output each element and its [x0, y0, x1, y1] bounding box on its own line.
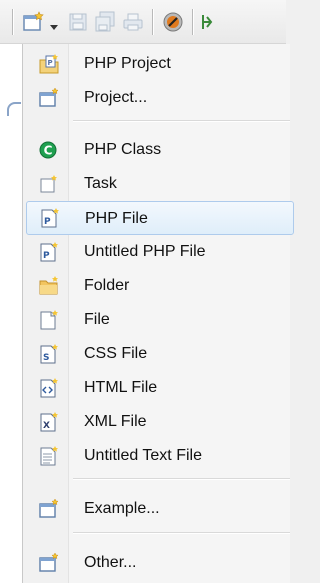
menu-item-label: PHP Class: [84, 141, 162, 158]
menu-item-css-file[interactable]: S CSS File: [26, 337, 294, 371]
menu-item-file[interactable]: File: [26, 303, 294, 337]
html-file-icon: [40, 378, 58, 398]
task-icon: [40, 175, 57, 193]
menu-item-untitled-text-file[interactable]: Untitled Text File: [26, 439, 294, 473]
menu-item-untitled-php-file[interactable]: P Untitled PHP File: [26, 235, 294, 269]
save-all-icon[interactable]: [94, 11, 116, 33]
menu-item-label: Folder: [84, 277, 130, 294]
menu-separator: [73, 478, 290, 479]
new-dropdown-menu: P PHP Project Project... C PHP Class Tas…: [22, 44, 294, 583]
toolbar-separator: [152, 9, 153, 35]
menu-separator: [73, 120, 290, 121]
php-debug-icon[interactable]: [162, 11, 184, 33]
gutter-corner: [7, 102, 21, 116]
menu-item-php-project[interactable]: P PHP Project: [26, 47, 294, 81]
menu-item-label: Project...: [84, 89, 148, 106]
print-icon[interactable]: [122, 11, 144, 33]
xml-file-icon: X: [40, 412, 58, 432]
project-icon: [39, 87, 59, 107]
menu-item-label: Untitled PHP File: [84, 243, 206, 260]
menu-item-php-class[interactable]: C PHP Class: [26, 133, 294, 167]
svg-text:X: X: [43, 421, 50, 431]
svg-text:P: P: [43, 251, 50, 261]
toolbar-separator: [192, 9, 193, 35]
php-class-icon: C: [39, 141, 57, 159]
css-file-icon: S: [40, 344, 58, 364]
menu-item-label: Untitled Text File: [84, 447, 202, 464]
svg-text:C: C: [44, 143, 53, 157]
menu-item-xml-file[interactable]: X XML File: [26, 405, 294, 439]
other-icon: [39, 552, 59, 572]
editor-gutter: [0, 44, 23, 583]
menu-separator: [73, 532, 290, 533]
menu-item-label: XML File: [84, 413, 147, 430]
menu-item-label: Other...: [84, 554, 137, 571]
untitled-php-file-icon: P: [40, 242, 58, 262]
menu-item-label: CSS File: [84, 345, 148, 362]
menu-item-label: Example...: [84, 500, 160, 517]
menu-item-html-file[interactable]: HTML File: [26, 371, 294, 405]
menu-item-task[interactable]: Task: [26, 167, 294, 201]
menu-item-other[interactable]: Other...: [26, 546, 294, 580]
run-icon[interactable]: [200, 11, 214, 33]
svg-text:S: S: [43, 353, 49, 363]
main-toolbar: [0, 0, 286, 44]
menu-item-project[interactable]: Project...: [26, 81, 294, 115]
dropdown-arrow-icon[interactable]: [49, 16, 59, 38]
menu-item-label: HTML File: [84, 379, 158, 396]
untitled-text-file-icon: [40, 446, 58, 466]
folder-icon: [39, 276, 58, 295]
svg-text:P: P: [48, 59, 53, 67]
menu-item-label: File: [84, 311, 110, 328]
file-icon: [40, 310, 58, 330]
new-wizard-icon[interactable]: [22, 11, 46, 33]
menu-item-example[interactable]: Example...: [26, 492, 294, 526]
toolbar-separator: [12, 9, 13, 35]
menu-item-label: Task: [84, 175, 117, 192]
save-icon[interactable]: [68, 11, 88, 33]
example-icon: [39, 498, 59, 518]
menu-item-label: PHP File: [85, 210, 148, 227]
menu-item-folder[interactable]: Folder: [26, 269, 294, 303]
php-file-icon: P: [41, 208, 59, 228]
php-project-icon: P: [39, 54, 59, 74]
menu-item-label: PHP Project: [84, 55, 171, 72]
svg-text:P: P: [44, 217, 51, 227]
menu-item-php-file[interactable]: P PHP File: [26, 201, 294, 235]
